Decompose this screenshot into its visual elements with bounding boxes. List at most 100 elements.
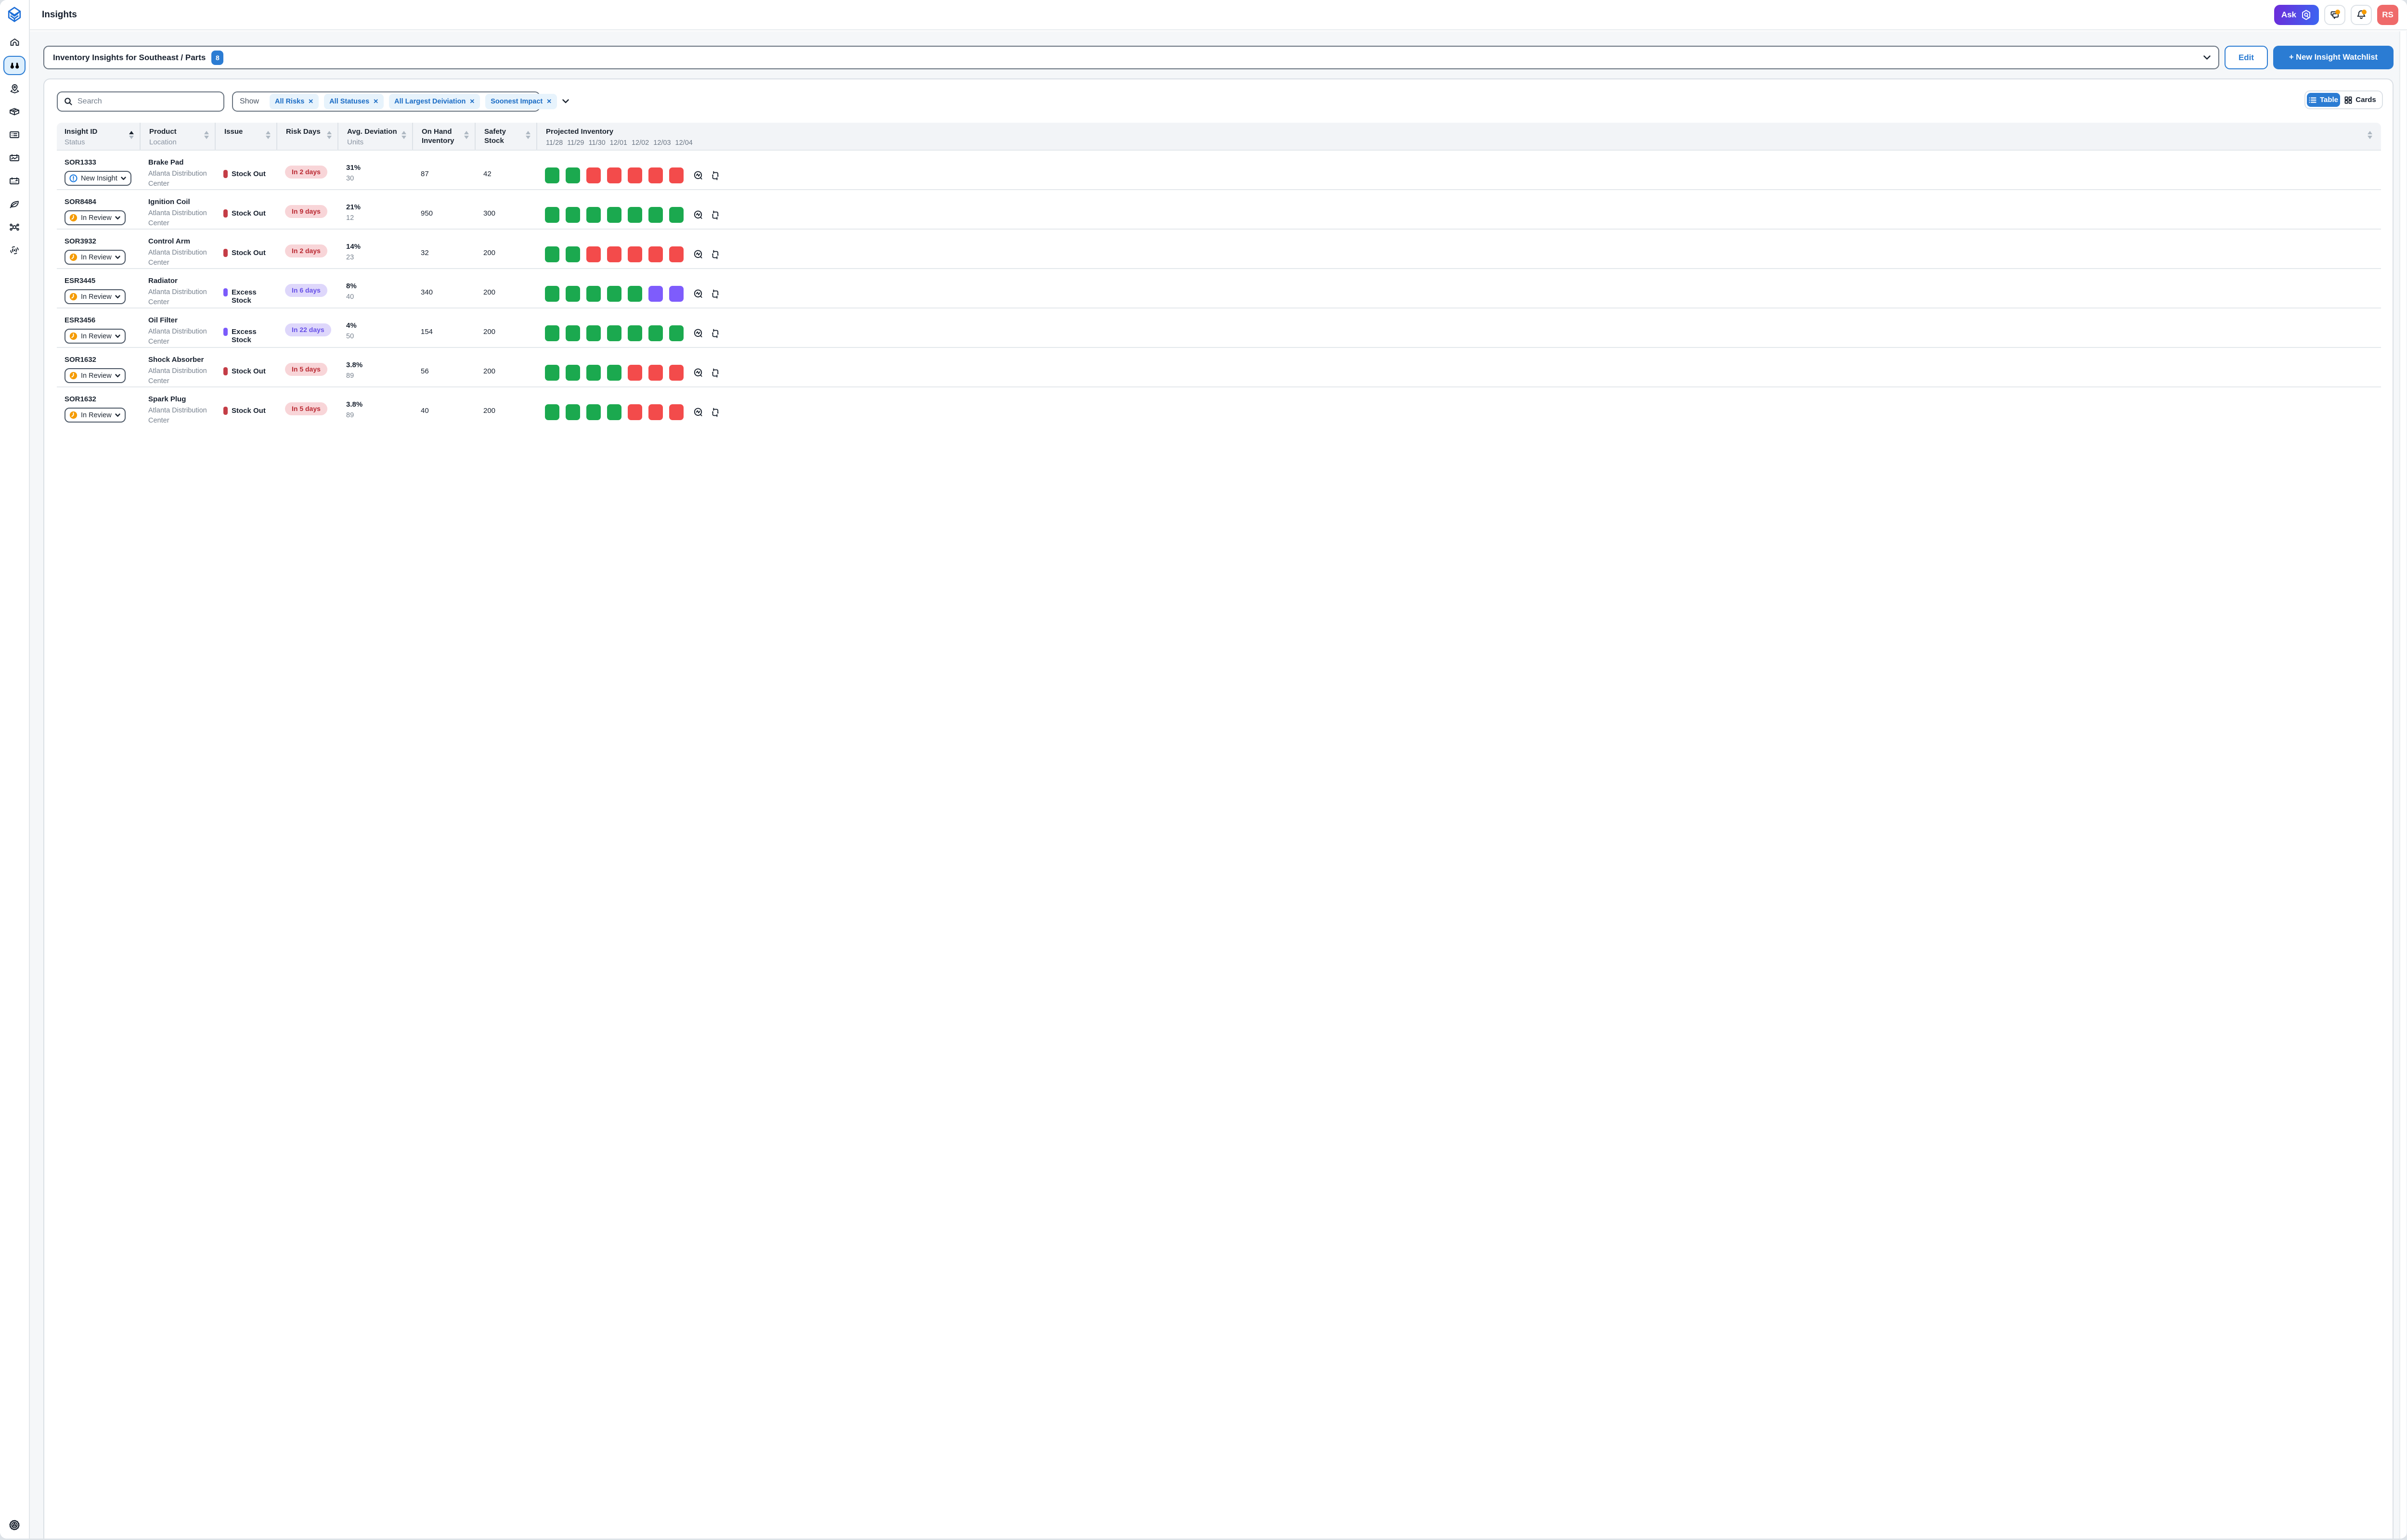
projection-cell-green xyxy=(566,404,580,420)
safety-stock: 200 xyxy=(475,387,536,426)
status-dropdown[interactable]: New Insight xyxy=(65,171,131,186)
sidebar-item-insights[interactable] xyxy=(3,56,26,75)
status-dropdown[interactable]: In Review xyxy=(65,368,126,383)
view-toggle-cards[interactable]: Cards xyxy=(2340,93,2381,107)
column-header-insight-id[interactable]: Insight ID Status xyxy=(57,123,140,150)
transfer-icon[interactable] xyxy=(710,407,721,418)
in-review-clock-icon xyxy=(69,214,78,222)
chevron-down-icon[interactable] xyxy=(562,97,569,106)
risk-days-badge: In 9 days xyxy=(285,205,327,218)
transfer-icon[interactable] xyxy=(710,288,721,300)
sidebar-item-radar[interactable] xyxy=(9,245,20,256)
risk-days-badge: In 5 days xyxy=(285,402,327,415)
product-location: Atlanta Distribution Center xyxy=(148,248,211,268)
user-avatar[interactable]: RS xyxy=(2377,5,2398,25)
transfer-icon[interactable] xyxy=(710,367,721,379)
sidebar-item-network[interactable] xyxy=(9,222,20,232)
projection-cell-green xyxy=(669,325,684,341)
remove-filter-icon[interactable]: ✕ xyxy=(546,98,552,105)
topbar: Insights Ask xyxy=(30,0,2407,30)
notifications-button[interactable] xyxy=(2351,5,2372,25)
analyze-icon[interactable] xyxy=(693,367,704,379)
projection-bars xyxy=(545,365,690,381)
sort-icon xyxy=(2368,131,2372,139)
sidebar-item-sustainability[interactable] xyxy=(9,199,20,209)
safety-stock: 200 xyxy=(475,269,536,308)
column-header-issue[interactable]: Issue xyxy=(215,123,276,150)
analyze-icon[interactable] xyxy=(693,328,704,339)
analyze-icon[interactable] xyxy=(693,288,704,300)
filter-chip-soonest-impact[interactable]: Soonest Impact ✕ xyxy=(485,94,557,109)
remove-filter-icon[interactable]: ✕ xyxy=(308,98,313,105)
sort-icon xyxy=(327,131,332,139)
watchlist-select[interactable]: Inventory Insights for Southeast / Parts… xyxy=(43,46,2219,69)
sidebar-item-orders[interactable] xyxy=(9,129,20,140)
search-input[interactable] xyxy=(73,97,223,106)
status-dropdown[interactable]: In Review xyxy=(65,329,126,344)
status-dropdown[interactable]: In Review xyxy=(65,289,126,304)
transfer-icon[interactable] xyxy=(710,170,721,181)
analyze-icon[interactable] xyxy=(693,209,704,221)
avg-deviation-percent: 8% xyxy=(346,282,409,290)
sidebar-item-schedule[interactable] xyxy=(9,176,20,186)
transfer-icon[interactable] xyxy=(710,328,721,339)
on-hand-inventory: 154 xyxy=(412,308,475,347)
in-review-clock-icon xyxy=(69,372,78,380)
projection-cell-green xyxy=(607,207,621,223)
avg-deviation-percent: 4% xyxy=(346,321,409,330)
sidebar-item-inventory[interactable] xyxy=(9,106,20,117)
sidebar-item-locations[interactable] xyxy=(9,83,20,94)
projection-cell-green xyxy=(545,404,559,420)
issue-label: Stock Out xyxy=(232,407,266,415)
new-insight-watchlist-button[interactable]: + New Insight Watchlist xyxy=(2273,46,2394,69)
projection-cell-green xyxy=(607,404,621,420)
safety-stock: 200 xyxy=(475,308,536,347)
view-toggle-table[interactable]: Table xyxy=(2307,93,2340,107)
view-toggle-cards-label: Cards xyxy=(2355,96,2376,104)
column-header-risk-days[interactable]: Risk Days xyxy=(276,123,337,150)
page-title: Insights xyxy=(42,10,77,20)
transfer-icon[interactable] xyxy=(710,209,721,221)
projection-cell-green xyxy=(648,207,663,223)
table-header: Insight ID Status Product Location Issue xyxy=(57,123,2381,150)
ask-button[interactable]: Ask xyxy=(2274,5,2319,25)
projection-cell-red xyxy=(628,167,642,183)
edit-watchlist-button[interactable]: Edit xyxy=(2225,46,2268,69)
status-label: In Review xyxy=(81,411,112,419)
comments-button[interactable] xyxy=(2324,5,2345,25)
show-label: Show xyxy=(240,97,259,106)
filter-chip-largest-deviation[interactable]: All Largest Deiviation ✕ xyxy=(389,94,480,109)
sidebar-item-settings[interactable] xyxy=(9,1520,20,1530)
issue-label: Stock Out xyxy=(232,170,266,178)
status-dropdown[interactable]: In Review xyxy=(65,408,126,423)
filter-chip-all-risks[interactable]: All Risks ✕ xyxy=(270,94,319,109)
ask-assistant-icon xyxy=(2301,9,2312,21)
remove-filter-icon[interactable]: ✕ xyxy=(373,98,378,105)
filter-chip-label: All Risks xyxy=(275,98,304,105)
column-header-avg-deviation[interactable]: Avg. Deviation Units xyxy=(337,123,412,150)
filter-chip-all-statuses[interactable]: All Statuses ✕ xyxy=(324,94,384,109)
column-header-projected-inventory[interactable]: Projected Inventory 11/2811/29 11/3012/0… xyxy=(536,123,2381,150)
transfer-icon[interactable] xyxy=(710,249,721,260)
search-icon xyxy=(64,97,73,106)
analyze-icon[interactable] xyxy=(693,249,704,260)
safety-stock: 42 xyxy=(475,151,536,189)
projection-cell-red xyxy=(628,365,642,381)
analyze-icon[interactable] xyxy=(693,407,704,418)
insight-id: ESR3445 xyxy=(65,277,137,285)
status-dropdown[interactable]: In Review xyxy=(65,210,126,225)
scrollbar[interactable] xyxy=(2399,31,2406,1539)
analyze-icon[interactable] xyxy=(693,170,704,181)
product-location: Atlanta Distribution Center xyxy=(148,287,211,308)
column-header-on-hand[interactable]: On Hand Inventory xyxy=(412,123,475,150)
in-review-clock-icon xyxy=(69,253,78,261)
sidebar-item-planning[interactable] xyxy=(9,153,20,163)
filter-bar[interactable]: Show All Risks ✕ All Statuses ✕ All Larg… xyxy=(232,91,540,112)
column-header-product[interactable]: Product Location xyxy=(140,123,215,150)
risk-days-badge: In 5 days xyxy=(285,363,327,376)
sidebar-item-home[interactable] xyxy=(9,37,20,48)
issue-type-dot xyxy=(223,407,228,415)
status-dropdown[interactable]: In Review xyxy=(65,250,126,265)
column-header-safety-stock[interactable]: Safety Stock xyxy=(475,123,536,150)
remove-filter-icon[interactable]: ✕ xyxy=(469,98,475,105)
